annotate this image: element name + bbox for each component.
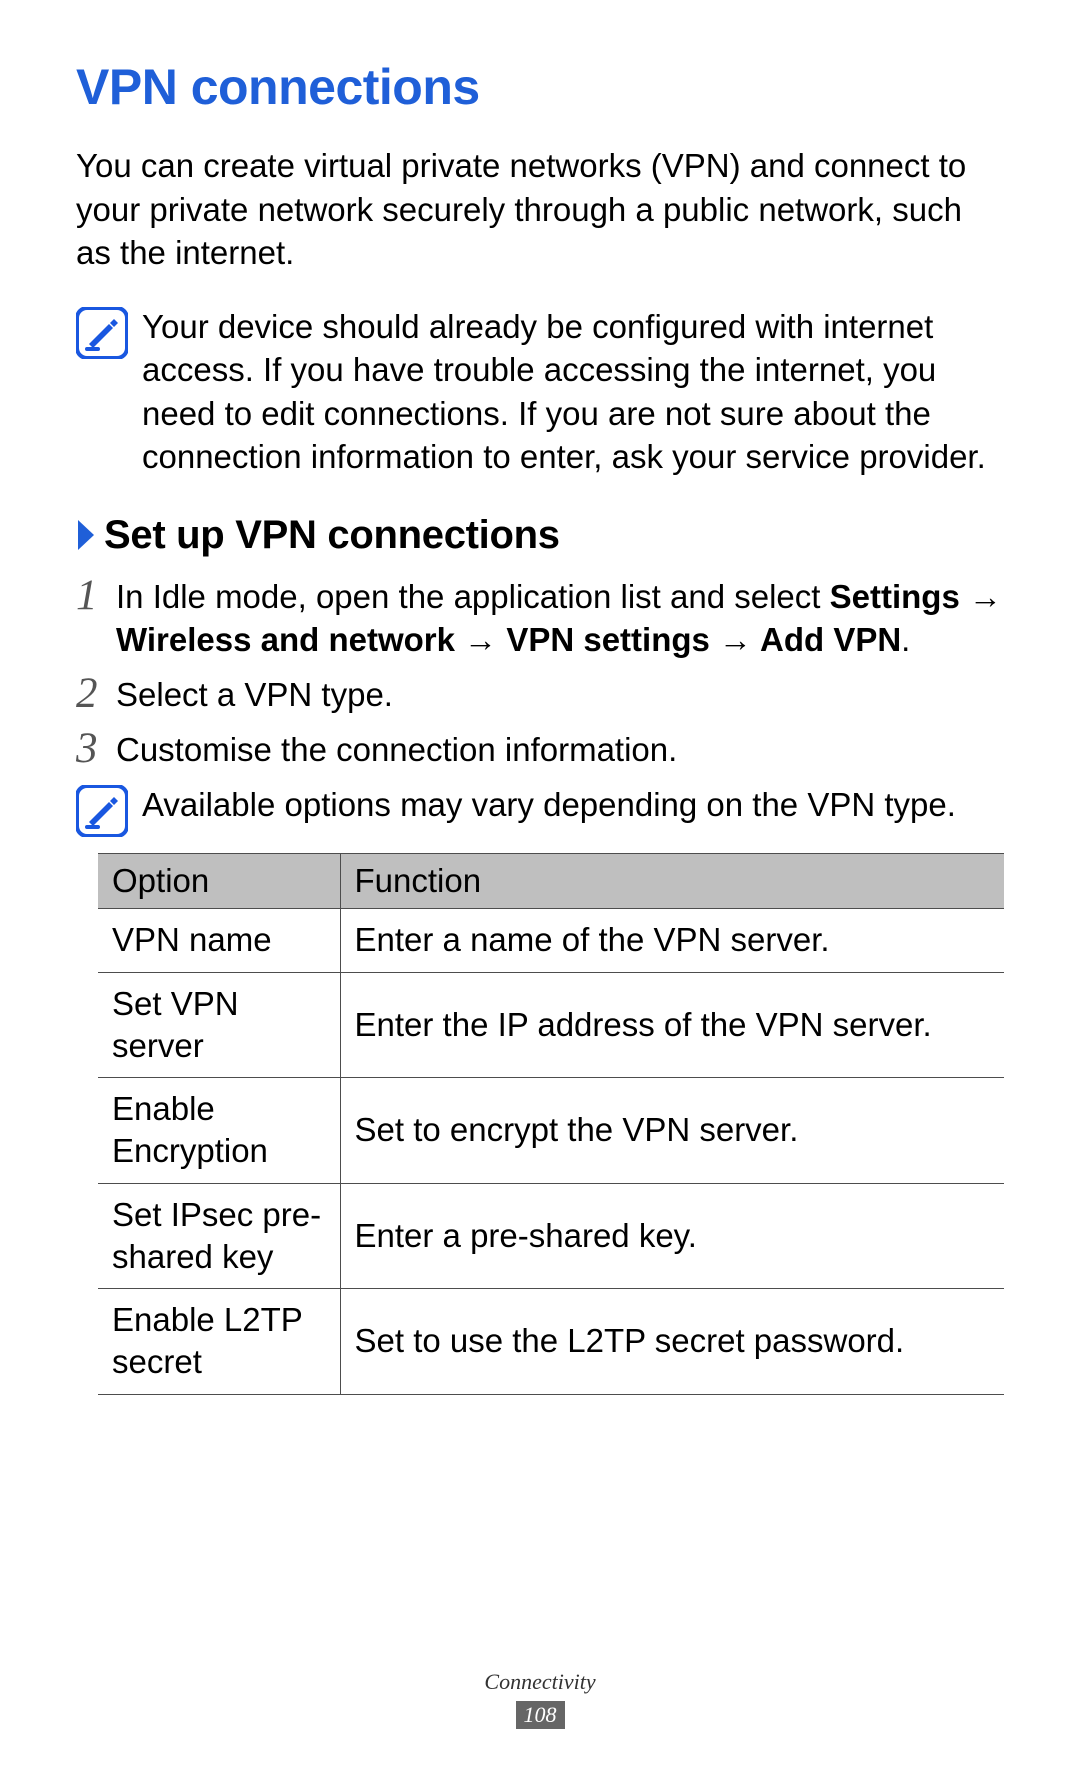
ui-path: Wireless and network: [116, 621, 455, 658]
footer-page-number: 108: [516, 1701, 565, 1729]
arrow: →: [455, 621, 506, 658]
ui-path: Settings: [830, 578, 960, 615]
arrow: →: [960, 578, 1002, 615]
table-row: Enable L2TP secret Set to use the L2TP s…: [98, 1289, 1004, 1394]
step-body: In Idle mode, open the application list …: [116, 576, 1004, 662]
note-icon: [76, 307, 128, 359]
note-text-2: Available options may vary depending on …: [142, 783, 956, 827]
note-block-1: Your device should already be configured…: [76, 305, 1004, 479]
cell-function: Set to encrypt the VPN server.: [340, 1078, 1004, 1183]
note-block-2: Available options may vary depending on …: [76, 783, 1004, 837]
col-function: Function: [340, 854, 1004, 909]
cell-function: Enter a name of the VPN server.: [340, 909, 1004, 972]
chevron-icon: [76, 514, 98, 548]
cell-option: Set IPsec pre-shared key: [98, 1183, 340, 1288]
table-row: Set VPN server Enter the IP address of t…: [98, 972, 1004, 1077]
arrow: →: [710, 621, 760, 658]
options-table: Option Function VPN name Enter a name of…: [98, 853, 1004, 1394]
cell-option: Set VPN server: [98, 972, 340, 1077]
cell-option: Enable Encryption: [98, 1078, 340, 1183]
table-header-row: Option Function: [98, 854, 1004, 909]
step-body: Customise the connection information.: [116, 729, 1004, 772]
subheading: Set up VPN connections: [104, 513, 560, 558]
page-title: VPN connections: [76, 58, 1004, 116]
table-row: Set IPsec pre-shared key Enter a pre-sha…: [98, 1183, 1004, 1288]
table-row: VPN name Enter a name of the VPN server.: [98, 909, 1004, 972]
steps-list: 1 In Idle mode, open the application lis…: [76, 576, 1004, 772]
subheading-row: Set up VPN connections: [76, 513, 1004, 558]
step-3: 3 Customise the connection information.: [76, 729, 1004, 772]
step-body: Select a VPN type.: [116, 674, 1004, 717]
step-2: 2 Select a VPN type.: [76, 674, 1004, 717]
manual-page: VPN connections You can create virtual p…: [0, 0, 1080, 1771]
table-row: Enable Encryption Set to encrypt the VPN…: [98, 1078, 1004, 1183]
cell-function: Enter the IP address of the VPN server.: [340, 972, 1004, 1077]
footer-section-name: Connectivity: [0, 1669, 1080, 1695]
step-1: 1 In Idle mode, open the application lis…: [76, 576, 1004, 662]
cell-function: Set to use the L2TP secret password.: [340, 1289, 1004, 1394]
cell-option: Enable L2TP secret: [98, 1289, 340, 1394]
step-text: In Idle mode, open the application list …: [116, 578, 830, 615]
period: .: [901, 621, 910, 658]
note-icon: [76, 785, 128, 837]
ui-path: VPN settings: [506, 621, 710, 658]
step-number: 3: [76, 727, 116, 770]
ui-path: Add VPN: [760, 621, 901, 658]
page-footer: Connectivity 108: [0, 1669, 1080, 1729]
step-number: 1: [76, 574, 116, 617]
intro-paragraph: You can create virtual private networks …: [76, 144, 1004, 275]
note-text-1: Your device should already be configured…: [142, 305, 1004, 479]
step-number: 2: [76, 672, 116, 715]
col-option: Option: [98, 854, 340, 909]
cell-option: VPN name: [98, 909, 340, 972]
cell-function: Enter a pre-shared key.: [340, 1183, 1004, 1288]
